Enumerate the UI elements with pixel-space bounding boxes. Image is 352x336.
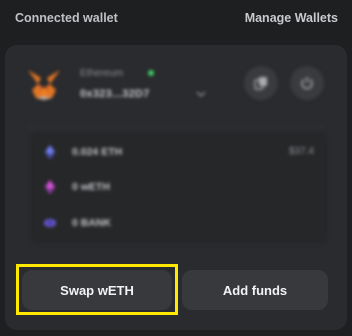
asset-row-eth: 0.024 ETH $37.4 bbox=[30, 137, 328, 167]
asset-amount: 0 BANK bbox=[72, 217, 112, 229]
connected-wallet-title: Connected wallet bbox=[15, 11, 118, 25]
bank-icon bbox=[44, 219, 56, 227]
asset-row-bank: 0 BANK bbox=[30, 208, 328, 238]
wallet-address[interactable]: 0x323...32D7 bbox=[80, 88, 150, 100]
power-icon bbox=[301, 77, 313, 90]
asset-amount: 0 wETH bbox=[72, 181, 110, 193]
disconnect-button[interactable] bbox=[290, 66, 324, 100]
asset-list: 0.024 ETH $37.4 0 wETH 0 BANK bbox=[30, 132, 328, 244]
add-funds-button[interactable]: Add funds bbox=[182, 270, 328, 310]
eth-icon bbox=[45, 145, 55, 159]
manage-wallets-link[interactable]: Manage Wallets bbox=[245, 11, 338, 25]
asset-usd-value: $37.4 bbox=[288, 146, 314, 157]
asset-row-weth: 0 wETH bbox=[30, 172, 328, 202]
swap-weth-button[interactable]: Swap wETH bbox=[22, 270, 172, 310]
weth-icon bbox=[45, 180, 55, 194]
chevron-down-icon[interactable] bbox=[196, 90, 206, 98]
asset-amount: 0.024 ETH bbox=[72, 146, 123, 158]
metamask-fox-icon bbox=[28, 70, 60, 100]
copy-icon bbox=[254, 77, 267, 90]
network-name: Ethereum bbox=[80, 68, 124, 79]
copy-address-button[interactable] bbox=[244, 66, 278, 100]
connected-status-dot bbox=[148, 70, 154, 76]
wallet-header: Connected wallet Manage Wallets bbox=[0, 0, 352, 36]
card-divider bbox=[26, 126, 324, 127]
